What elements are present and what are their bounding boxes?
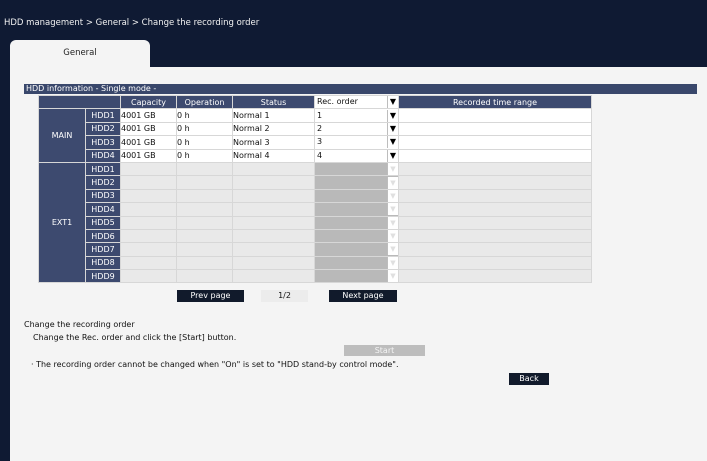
recorded-time-cell	[398, 108, 592, 123]
table-row: HDD3 ▼	[39, 188, 592, 204]
capacity-cell: 4001 GB	[120, 108, 177, 123]
tab-general[interactable]: General	[10, 40, 150, 67]
page-indicator: 1/2	[261, 290, 308, 302]
section-header: HDD information - Single mode -	[24, 84, 697, 94]
header-recorded-time-range: Recorded time range	[398, 94, 592, 110]
breadcrumb: HDD management > General > Change the re…	[4, 18, 260, 28]
table-row: MAIN HDD1 4001 GB 0 h Normal 1 1 ▼	[38, 108, 592, 163]
section-title: HDD information - Single mode -	[26, 84, 157, 93]
triangle-down-icon: ▼	[387, 203, 398, 215]
rec-order-select-disabled: ▼	[314, 255, 399, 271]
hdd-label: HDD6	[85, 228, 121, 244]
hdd-label: HDD1	[85, 108, 121, 123]
triangle-down-icon: ▼	[387, 163, 398, 175]
hdd-label: HDD9	[85, 269, 121, 284]
rec-order-value: 4	[317, 150, 323, 160]
rec-order-select-disabled: ▼	[314, 175, 399, 190]
hdd-label: HDD8	[85, 255, 121, 271]
rec-order-select-disabled: ▼	[314, 188, 399, 204]
status-cell: Normal 4	[232, 148, 315, 163]
hdd-label: HDD1	[85, 161, 121, 177]
rec-order-select-disabled: ▼	[314, 161, 399, 177]
table-row: HDD4 4001 GB 0 h Normal 4 4 ▼	[39, 148, 592, 163]
operation-cell: 0 h	[176, 148, 233, 163]
operation-cell: 0 h	[176, 108, 233, 123]
triangle-down-icon: ▼	[387, 96, 398, 108]
header-blank	[38, 94, 121, 110]
triangle-down-icon: ▼	[387, 270, 398, 282]
rec-order-select-disabled: ▼	[314, 215, 399, 230]
table-row: HDD2 ▼	[39, 175, 592, 190]
rec-order-select-disabled: ▼	[314, 242, 399, 257]
capacity-cell: 4001 GB	[120, 148, 177, 163]
triangle-down-icon: ▼	[387, 176, 398, 189]
rec-order-select[interactable]: 3 ▼	[314, 135, 399, 150]
group-ext1: EXT1	[38, 161, 86, 284]
operation-cell: 0 h	[176, 121, 233, 137]
triangle-down-icon: ▼	[387, 243, 398, 256]
change-order-title: Change the recording order	[24, 320, 135, 329]
table-row: HDD3 4001 GB 0 h Normal 3 3 ▼	[39, 135, 592, 150]
capacity-cell: 4001 GB	[120, 121, 177, 137]
status-cell: Normal 1	[232, 108, 315, 123]
triangle-down-icon: ▼	[387, 136, 398, 149]
rec-order-value: 2	[317, 123, 323, 133]
capacity-cell: 4001 GB	[120, 135, 177, 150]
operation-cell: 0 h	[176, 135, 233, 150]
status-cell: Normal 2	[232, 121, 315, 137]
rec-order-select-disabled: ▼	[314, 228, 399, 244]
triangle-down-icon: ▼	[387, 230, 398, 242]
hdd-label: HDD3	[85, 188, 121, 204]
group-main: MAIN	[38, 108, 86, 163]
table-row: HDD2 4001 GB 0 h Normal 2 2 ▼	[39, 121, 592, 137]
recorded-time-cell	[398, 148, 592, 163]
table-row: HDD7 ▼	[39, 242, 592, 257]
hdd-label: HDD2	[85, 121, 121, 137]
start-button[interactable]: Start	[344, 345, 425, 356]
status-cell: Normal 3	[232, 135, 315, 150]
hdd-label: HDD4	[85, 202, 121, 217]
rec-order-select-disabled: ▼	[314, 269, 399, 284]
table-row: HDD4 ▼	[39, 202, 592, 217]
rec-order-header-label: Rec. order	[317, 97, 358, 107]
recorded-time-cell	[398, 121, 592, 137]
recorded-time-cell	[398, 135, 592, 150]
header-status: Status	[232, 94, 315, 110]
tab-general-label: General	[63, 48, 97, 58]
rec-order-select-disabled: ▼	[314, 202, 399, 217]
triangle-down-icon: ▼	[387, 217, 398, 229]
rec-order-select[interactable]: 4 ▼	[314, 148, 399, 163]
triangle-down-icon: ▼	[387, 190, 398, 202]
rec-order-value: 3	[317, 137, 323, 147]
back-button[interactable]: Back	[509, 373, 549, 385]
table-row: EXT1 HDD1 ▼	[38, 161, 592, 284]
hdd-label: HDD5	[85, 215, 121, 230]
prev-page-button[interactable]: Prev page	[177, 290, 244, 302]
hdd-label: HDD2	[85, 175, 121, 190]
header-operation: Operation	[176, 94, 233, 110]
next-page-button[interactable]: Next page	[329, 290, 397, 302]
rec-order-value: 1	[317, 110, 323, 120]
hdd-label: HDD3	[85, 135, 121, 150]
triangle-down-icon: ▼	[387, 109, 398, 122]
change-order-instruction: Change the Rec. order and click the [Sta…	[33, 333, 237, 342]
rec-order-select[interactable]: 1 ▼	[314, 108, 399, 123]
triangle-down-icon: ▼	[387, 257, 398, 269]
rec-order-select[interactable]: 2 ▼	[314, 121, 399, 137]
triangle-down-icon: ▼	[387, 150, 398, 162]
table-header-row: Capacity Operation Status Rec. order ▼ R…	[38, 94, 592, 110]
triangle-down-icon: ▼	[387, 123, 398, 135]
hdd-table: Capacity Operation Status Rec. order ▼ R…	[38, 94, 592, 284]
hdd-label: HDD4	[85, 148, 121, 163]
table-row: HDD5 ▼	[39, 215, 592, 230]
table-row: HDD8 ▼	[39, 255, 592, 271]
header-capacity: Capacity	[120, 94, 177, 110]
hdd-label: HDD7	[85, 242, 121, 257]
table-row: HDD6 ▼	[39, 228, 592, 244]
table-row: HDD9 ▼	[39, 269, 592, 284]
rec-order-header-select[interactable]: Rec. order ▼	[314, 94, 399, 110]
change-order-note: · The recording order cannot be changed …	[31, 360, 399, 369]
